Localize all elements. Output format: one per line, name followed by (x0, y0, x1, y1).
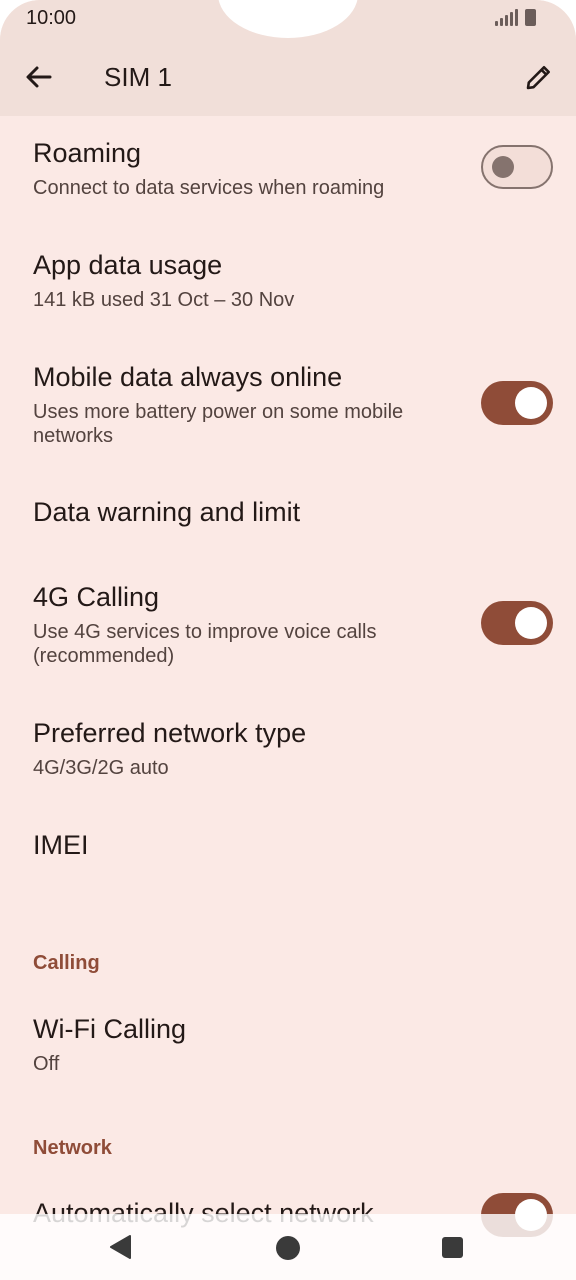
mobile-data-always-online-toggle[interactable] (481, 381, 553, 425)
setting-subtitle: Use 4G services to improve voice calls (… (33, 621, 377, 667)
roaming-toggle[interactable] (481, 145, 553, 189)
setting-title: 4G Calling (33, 582, 160, 612)
app-data-usage-setting[interactable]: App data usage 141 kB used 31 Oct – 30 N… (0, 228, 576, 340)
settings-screen: 10:00 SIM 1 Roaming Connect to data serv… (0, 0, 576, 1280)
toggle-knob (515, 387, 547, 419)
setting-subtitle: 4G/3G/2G auto (33, 757, 169, 779)
data-warning-setting[interactable]: Data warning and limit (0, 480, 576, 564)
page-title: SIM 1 (104, 62, 172, 92)
setting-title: IMEI (33, 830, 89, 860)
calling-4g-toggle[interactable] (481, 601, 553, 645)
wifi-calling-setting[interactable]: Wi-Fi Calling Off (0, 1000, 576, 1112)
roaming-setting[interactable]: Roaming Connect to data services when ro… (0, 116, 576, 228)
mobile-data-always-online-setting[interactable]: Mobile data always online Uses more batt… (0, 340, 576, 480)
status-icons (495, 9, 536, 26)
toggle-knob (492, 156, 514, 178)
calling-4g-setting[interactable]: 4G Calling Use 4G services to improve vo… (0, 564, 576, 704)
setting-title: Roaming (33, 138, 142, 168)
toggle-knob (515, 607, 547, 639)
app-bar: 10:00 SIM 1 (0, 0, 576, 116)
setting-subtitle: Connect to data services when roaming (33, 177, 385, 199)
home-circle-icon[interactable] (276, 1236, 300, 1260)
setting-title: Mobile data always online (33, 362, 343, 392)
arrow-left-icon (26, 66, 52, 88)
back-triangle-icon (110, 1235, 131, 1259)
setting-subtitle: Uses more battery power on some mobile n… (33, 401, 404, 447)
imei-setting[interactable]: IMEI (0, 816, 576, 900)
setting-subtitle: Off (33, 1053, 60, 1075)
network-section-header: Network (33, 1137, 112, 1159)
preferred-network-setting[interactable]: Preferred network type 4G/3G/2G auto (0, 704, 576, 816)
calling-section-header: Calling (33, 952, 100, 974)
status-time: 10:00 (26, 7, 77, 29)
recents-square-icon[interactable] (442, 1237, 463, 1258)
signal-icon (495, 9, 518, 26)
pencil-icon (526, 66, 550, 90)
nav-back-button[interactable] (108, 1234, 134, 1260)
setting-title: Data warning and limit (33, 497, 301, 527)
setting-subtitle: 141 kB used 31 Oct – 30 Nov (33, 289, 295, 311)
system-nav-bar (0, 1214, 576, 1280)
battery-icon (525, 9, 536, 26)
back-button[interactable] (22, 60, 56, 94)
camera-notch (218, 0, 358, 38)
setting-title: Preferred network type (33, 718, 307, 748)
setting-title: Wi-Fi Calling (33, 1014, 187, 1044)
edit-button[interactable] (522, 60, 556, 94)
setting-title: App data usage (33, 250, 223, 280)
